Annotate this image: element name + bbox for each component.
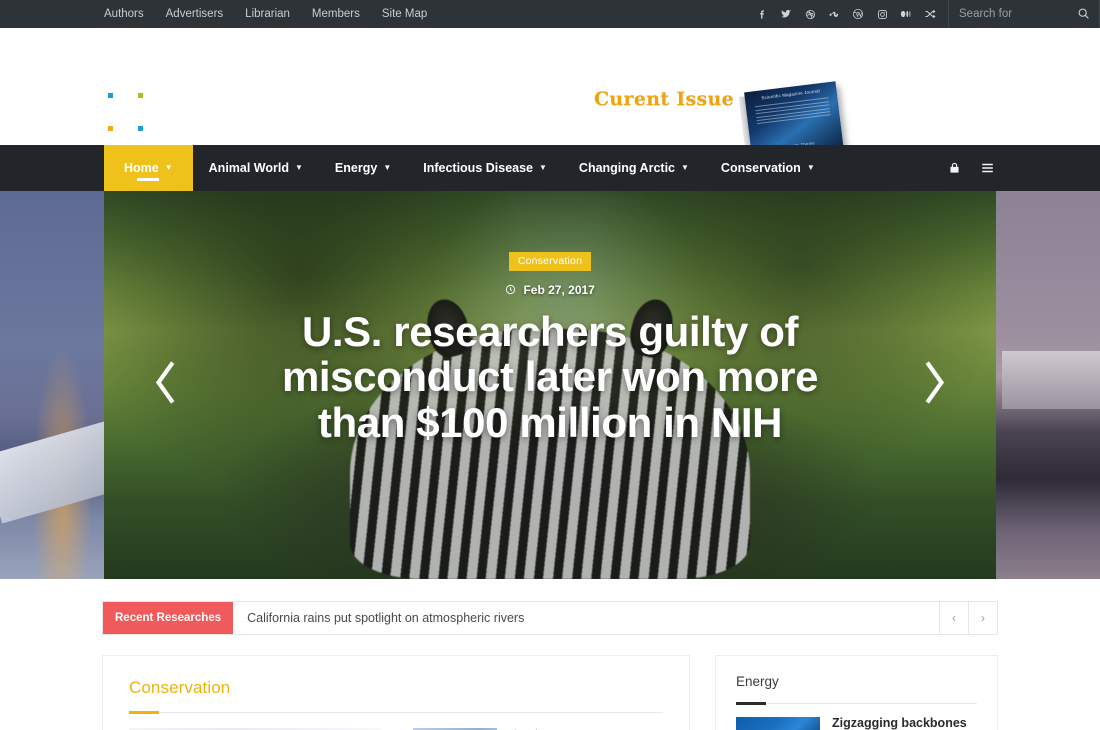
twitter-icon[interactable] xyxy=(774,0,798,28)
section-conservation-rule xyxy=(129,711,663,714)
chevron-down-icon: ▼ xyxy=(164,163,173,172)
topbar-link-site-map[interactable]: Site Map xyxy=(382,0,427,28)
nav-item-energy[interactable]: Energy ▼ xyxy=(319,145,407,191)
news-ticker-zone: Recent Researches California rains put s… xyxy=(0,579,1100,635)
logo-dot-green xyxy=(138,93,143,98)
slide-title[interactable]: U.S. researchers guilty of misconduct la… xyxy=(270,309,830,445)
slide-preview-previous-image xyxy=(0,191,104,579)
instagram-icon[interactable] xyxy=(870,0,894,28)
topbar-link-members[interactable]: Members xyxy=(312,0,360,28)
nav-right-icons xyxy=(948,145,996,191)
nav-item-conservation-label: Conservation xyxy=(720,161,801,175)
nav-item-energy-label: Energy xyxy=(334,161,378,175)
section-energy: Energy Zigzagging backbones xyxy=(715,655,998,730)
main-navigation: Home ▼ Animal World ▼ Energy ▼ Infectiou… xyxy=(0,145,1100,191)
nav-item-infectious-disease-label: Infectious Disease xyxy=(423,161,533,175)
nav-item-conservation[interactable]: Conservation ▼ xyxy=(705,145,831,191)
chevron-down-icon: ▼ xyxy=(539,163,547,172)
nav-item-animal-world[interactable]: Animal World ▼ xyxy=(193,145,319,191)
nav-items: Home ▼ Animal World ▼ Energy ▼ Infectiou… xyxy=(104,145,831,191)
logo-dot-blue xyxy=(108,93,113,98)
slide-active: Conservation Feb 27, 2017 U.S. researche… xyxy=(104,191,996,579)
slide-date-text: Feb 27, 2017 xyxy=(523,283,595,297)
slider-prev-button[interactable] xyxy=(148,357,182,414)
section-energy-title[interactable]: Energy xyxy=(736,674,977,689)
slide-preview-previous[interactable] xyxy=(0,191,104,579)
nav-item-home-label: Home xyxy=(124,161,159,175)
top-bar-links: Authors Advertisers Librarian Members Si… xyxy=(104,0,427,28)
nav-item-infectious-disease[interactable]: Infectious Disease ▼ xyxy=(407,145,563,191)
topbar-link-authors[interactable]: Authors xyxy=(104,0,144,28)
clock-icon xyxy=(505,283,519,297)
search-input[interactable] xyxy=(959,8,1074,20)
top-bar-right xyxy=(750,0,1100,28)
medium-icon[interactable] xyxy=(894,0,918,28)
slide-preview-next-image xyxy=(996,191,1100,579)
section-conservation-title[interactable]: Conservation xyxy=(129,678,663,698)
chevron-down-icon: ▼ xyxy=(681,163,689,172)
ticker-navigation: ‹ › xyxy=(939,602,997,634)
ticker-badge: Recent Researches xyxy=(103,602,234,634)
hero-slider: Conservation Feb 27, 2017 U.S. researche… xyxy=(0,191,1100,579)
slide-date: Feb 27, 2017 xyxy=(104,283,996,297)
ticker-headline[interactable]: California rains put spotlight on atmosp… xyxy=(233,602,939,634)
social-links xyxy=(750,0,948,28)
slide-preview-next[interactable] xyxy=(996,191,1100,579)
topbar-link-advertisers[interactable]: Advertisers xyxy=(166,0,224,28)
section-conservation: Conservation Feb 25, 2017 xyxy=(102,655,690,730)
site-header: Curent Issue Scientific Magazine Journal… xyxy=(0,28,1100,161)
topbar-link-librarian[interactable]: Librarian xyxy=(245,0,290,28)
energy-article-row: Zigzagging backbones xyxy=(736,716,977,730)
logo-dot-orange xyxy=(108,126,113,131)
slide-category-badge[interactable]: Conservation xyxy=(508,252,592,271)
energy-article-title[interactable]: Zigzagging backbones xyxy=(832,716,967,730)
hamburger-menu-icon[interactable] xyxy=(979,161,996,175)
energy-article-thumbnail[interactable] xyxy=(736,717,820,730)
site-logo[interactable] xyxy=(100,78,170,131)
nav-item-home[interactable]: Home ▼ xyxy=(104,145,193,191)
chevron-down-icon: ▼ xyxy=(806,163,815,172)
news-ticker: Recent Researches California rains put s… xyxy=(102,601,998,635)
section-energy-rule xyxy=(736,702,977,705)
wordpress-icon[interactable] xyxy=(846,0,870,28)
search-icon[interactable] xyxy=(1077,7,1090,25)
facebook-icon[interactable] xyxy=(750,0,774,28)
slide-content: Conservation Feb 27, 2017 U.S. researche… xyxy=(104,251,996,445)
current-issue-label: Curent Issue xyxy=(594,88,735,110)
nav-item-changing-arctic[interactable]: Changing Arctic ▼ xyxy=(563,145,705,191)
ticker-next-button[interactable]: › xyxy=(968,602,997,634)
logo-dot-cyan xyxy=(138,126,143,131)
ticker-prev-button[interactable]: ‹ xyxy=(939,602,968,634)
slider-next-button[interactable] xyxy=(918,357,952,414)
nav-item-animal-world-label: Animal World xyxy=(208,161,289,175)
stumbleupon-icon[interactable] xyxy=(822,0,846,28)
top-bar: Authors Advertisers Librarian Members Si… xyxy=(0,0,1100,28)
lock-icon[interactable] xyxy=(948,161,961,175)
dribbble-icon[interactable] xyxy=(798,0,822,28)
chevron-down-icon: ▼ xyxy=(383,163,392,172)
content-area: Conservation Feb 25, 2017 Energy Zigzagg… xyxy=(102,655,998,730)
search-box[interactable] xyxy=(948,0,1100,28)
nav-item-changing-arctic-label: Changing Arctic xyxy=(578,161,675,175)
magazine-cover-lines xyxy=(754,97,831,125)
chevron-down-icon: ▼ xyxy=(295,163,303,172)
shuffle-icon[interactable] xyxy=(918,0,942,28)
